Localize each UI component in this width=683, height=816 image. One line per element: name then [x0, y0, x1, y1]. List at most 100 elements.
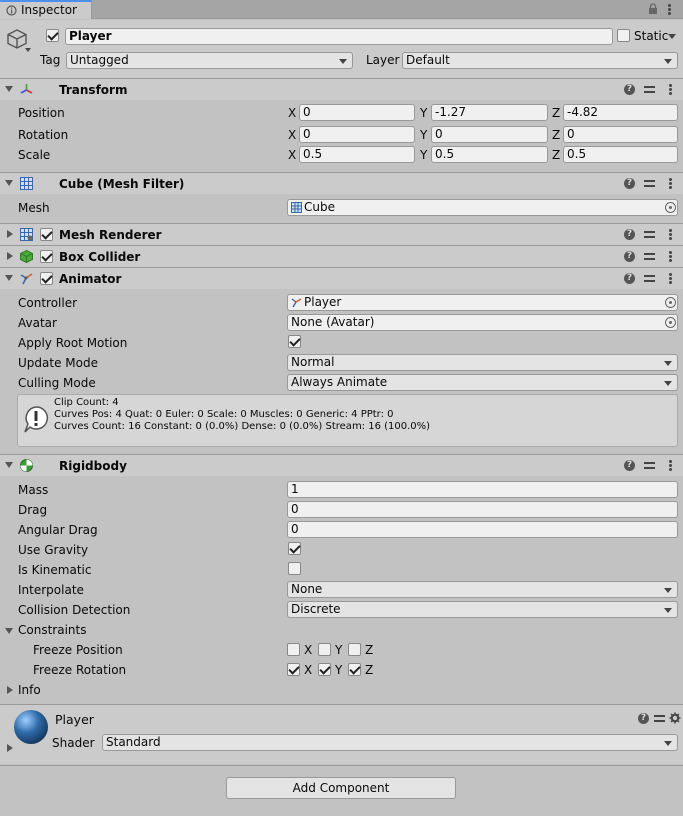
rotation-y-field[interactable]: 0: [431, 126, 548, 143]
constraints-label[interactable]: Constraints: [18, 623, 86, 637]
help-icon[interactable]: ?: [624, 273, 635, 284]
scale-label: Scale: [18, 148, 51, 162]
help-icon[interactable]: ?: [624, 229, 635, 240]
scale-x-label[interactable]: X: [288, 148, 296, 162]
gameobject-cube-icon: [7, 29, 27, 49]
scale-z-field[interactable]: 0.5: [563, 146, 678, 163]
object-picker-icon[interactable]: [665, 317, 676, 328]
update-mode-dropdown[interactable]: Normal: [287, 354, 678, 371]
freeze-rotation-x-checkbox[interactable]: [287, 663, 300, 676]
component-menu-icon[interactable]: [669, 178, 672, 189]
help-icon[interactable]: ?: [624, 460, 635, 471]
help-icon[interactable]: ?: [624, 84, 635, 95]
mass-field[interactable]: 1: [287, 481, 678, 498]
material-preview-sphere[interactable]: [14, 710, 48, 744]
info-label[interactable]: Info: [18, 683, 41, 697]
name-field[interactable]: Player: [65, 28, 613, 45]
drag-field[interactable]: 0: [287, 501, 678, 518]
tab-menu-icon[interactable]: [668, 4, 671, 15]
help-icon[interactable]: ?: [624, 251, 635, 262]
freeze-position-y-checkbox[interactable]: [318, 643, 331, 656]
box-collider-foldout-icon[interactable]: [7, 252, 13, 260]
mesh-object-field[interactable]: Cube: [287, 199, 678, 216]
component-menu-icon[interactable]: [669, 229, 672, 240]
presets-icon[interactable]: [644, 84, 655, 95]
position-x-field[interactable]: 0: [299, 104, 415, 121]
rigidbody-header[interactable]: Rigidbody ?: [0, 454, 683, 476]
rotation-y-label[interactable]: Y: [420, 128, 427, 142]
object-picker-icon[interactable]: [665, 297, 676, 308]
culling-mode-dropdown[interactable]: Always Animate: [287, 374, 678, 391]
controller-object-field[interactable]: Player: [287, 294, 678, 311]
presets-icon[interactable]: [644, 460, 655, 471]
rotation-z-label[interactable]: Z: [552, 128, 560, 142]
help-icon[interactable]: ?: [624, 178, 635, 189]
scale-y-field[interactable]: 0.5: [431, 146, 548, 163]
rotation-z-field[interactable]: 0: [563, 126, 678, 143]
active-checkbox[interactable]: [46, 29, 59, 42]
animator-foldout-icon[interactable]: [5, 275, 13, 281]
apply-root-motion-checkbox[interactable]: [288, 335, 301, 348]
mesh-renderer-enabled-checkbox[interactable]: [40, 228, 53, 241]
tag-dropdown[interactable]: Untagged: [66, 52, 353, 69]
mesh-renderer-header[interactable]: Mesh Renderer ?: [0, 223, 683, 245]
position-y-field[interactable]: -1.27: [431, 104, 548, 121]
box-collider-enabled-checkbox[interactable]: [40, 250, 53, 263]
transform-header[interactable]: Transform ?: [0, 78, 683, 100]
object-picker-icon[interactable]: [665, 202, 676, 213]
rigidbody-foldout-icon[interactable]: [5, 462, 13, 468]
presets-icon[interactable]: [654, 713, 665, 724]
use-gravity-checkbox[interactable]: [288, 542, 301, 555]
rotation-x-label[interactable]: X: [288, 128, 296, 142]
angular-drag-field[interactable]: 0: [287, 521, 678, 538]
freeze-position-x-checkbox[interactable]: [287, 643, 300, 656]
mesh-filter-header[interactable]: Cube (Mesh Filter) ?: [0, 172, 683, 194]
gear-icon[interactable]: [669, 712, 681, 724]
component-menu-icon[interactable]: [669, 460, 672, 471]
collision-detection-label: Collision Detection: [18, 603, 131, 617]
controller-value: Player: [304, 295, 342, 309]
mesh-renderer-foldout-icon[interactable]: [7, 230, 13, 238]
scale-x-field[interactable]: 0.5: [299, 146, 415, 163]
animator-enabled-checkbox[interactable]: [40, 272, 53, 285]
add-component-button[interactable]: Add Component: [226, 777, 456, 799]
mesh-filter-foldout-icon[interactable]: [5, 180, 13, 186]
position-y-label[interactable]: Y: [420, 106, 427, 120]
box-collider-header[interactable]: Box Collider ?: [0, 245, 683, 267]
position-z-label[interactable]: Z: [552, 106, 560, 120]
shader-dropdown[interactable]: Standard: [102, 734, 678, 751]
presets-icon[interactable]: [644, 178, 655, 189]
scale-y-label[interactable]: Y: [420, 148, 427, 162]
info-foldout-icon[interactable]: [7, 686, 13, 694]
scale-z-label[interactable]: Z: [552, 148, 560, 162]
rotation-x-field[interactable]: 0: [299, 126, 415, 143]
layer-dropdown[interactable]: Default: [402, 52, 678, 69]
component-menu-icon[interactable]: [669, 273, 672, 284]
is-kinematic-checkbox[interactable]: [288, 562, 301, 575]
collision-detection-dropdown[interactable]: Discrete: [287, 601, 678, 618]
static-label: Static: [634, 29, 669, 43]
constraints-foldout-icon[interactable]: [5, 628, 13, 634]
presets-icon[interactable]: [644, 251, 655, 262]
material-foldout-icon[interactable]: [7, 744, 13, 752]
avatar-object-field[interactable]: None (Avatar): [287, 314, 678, 331]
help-icon[interactable]: ?: [638, 713, 649, 724]
transform-foldout-icon[interactable]: [5, 86, 13, 92]
freeze-rotation-y-checkbox[interactable]: [318, 663, 331, 676]
freeze-rotation-z-checkbox[interactable]: [348, 663, 361, 676]
presets-icon[interactable]: [644, 229, 655, 240]
animator-header[interactable]: Animator ?: [0, 267, 683, 289]
icon-dropdown-arrow[interactable]: [25, 48, 31, 52]
position-x-label[interactable]: X: [288, 106, 296, 120]
presets-icon[interactable]: [644, 273, 655, 284]
component-menu-icon[interactable]: [669, 251, 672, 262]
interpolate-dropdown[interactable]: None: [287, 581, 678, 598]
lock-icon[interactable]: [648, 3, 658, 15]
position-z-field[interactable]: -4.82: [563, 104, 678, 121]
static-dropdown-arrow[interactable]: [668, 34, 676, 39]
component-menu-icon[interactable]: [669, 84, 672, 95]
static-checkbox[interactable]: [617, 29, 630, 42]
freeze-position-z-checkbox[interactable]: [348, 643, 361, 656]
tab-inspector[interactable]: Inspector: [0, 0, 92, 19]
interpolate-label: Interpolate: [18, 583, 84, 597]
